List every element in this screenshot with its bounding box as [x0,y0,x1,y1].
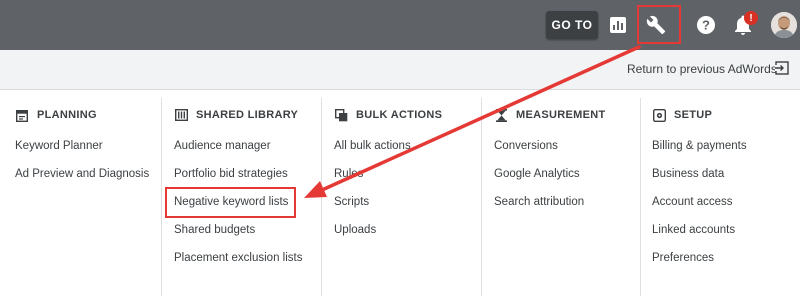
notification-badge: ! [744,11,758,25]
copy-icon [334,108,348,122]
user-avatar[interactable] [771,12,797,38]
menu-item-placement-exclusion-lists[interactable]: Placement exclusion lists [174,252,302,264]
menu-item-audience-manager[interactable]: Audience manager [174,140,271,152]
menu-item-linked-accounts[interactable]: Linked accounts [652,224,735,236]
menu-item-all-bulk-actions[interactable]: All bulk actions [334,140,411,152]
menu-item-search-attribution[interactable]: Search attribution [494,196,584,208]
menu-item-billing-payments[interactable]: Billing & payments [652,140,747,152]
planning-heading-label: PLANNING [37,109,97,121]
menu-item-preferences[interactable]: Preferences [652,252,714,264]
shared-library-heading-label: SHARED LIBRARY [196,109,299,121]
menu-item-shared-budgets[interactable]: Shared budgets [174,224,255,236]
bulk-actions-heading: BULK ACTIONS [334,107,442,123]
hourglass-icon [494,108,508,122]
menu-item-scripts[interactable]: Scripts [334,196,369,208]
return-to-previous-link[interactable]: Return to previous AdWords [627,62,777,76]
menu-item-account-access[interactable]: Account access [652,196,733,208]
negative-keyword-highlight-box [165,187,296,218]
menu-item-ad-preview[interactable]: Ad Preview and Diagnosis [15,168,149,180]
menu-item-business-data[interactable]: Business data [652,168,724,180]
setup-heading-label: SETUP [674,109,713,121]
bulk-actions-column: BULK ACTIONS All bulk actions Rules Scri… [321,98,481,296]
help-icon[interactable]: ? [694,13,718,37]
measurement-column: MEASUREMENT Conversions Google Analytics… [481,98,641,296]
menu-item-portfolio-bid-strategies[interactable]: Portfolio bid strategies [174,168,288,180]
setup-heading: SETUP [652,107,712,123]
reports-icon[interactable] [606,13,630,37]
library-icon [174,108,188,122]
measurement-heading: MEASUREMENT [494,107,605,123]
tools-highlight-box [637,5,681,44]
svg-text:?: ? [702,18,710,33]
measurement-heading-label: MEASUREMENT [516,109,606,121]
planning-heading: PLANNING [15,107,97,123]
settings-icon [652,108,666,122]
shared-library-heading: SHARED LIBRARY [174,107,298,123]
goto-button[interactable]: GO TO [546,11,598,39]
exit-icon[interactable] [774,61,789,75]
bulk-actions-heading-label: BULK ACTIONS [356,109,443,121]
menu-item-google-analytics[interactable]: Google Analytics [494,168,580,180]
menu-item-conversions[interactable]: Conversions [494,140,558,152]
planning-column: PLANNING Keyword Planner Ad Preview and … [15,98,160,296]
menu-item-rules[interactable]: Rules [334,168,363,180]
menu-item-keyword-planner[interactable]: Keyword Planner [15,140,103,152]
setup-column: SETUP Billing & payments Business data A… [640,98,800,296]
calendar-icon [15,108,29,122]
menu-item-uploads[interactable]: Uploads [334,224,376,236]
